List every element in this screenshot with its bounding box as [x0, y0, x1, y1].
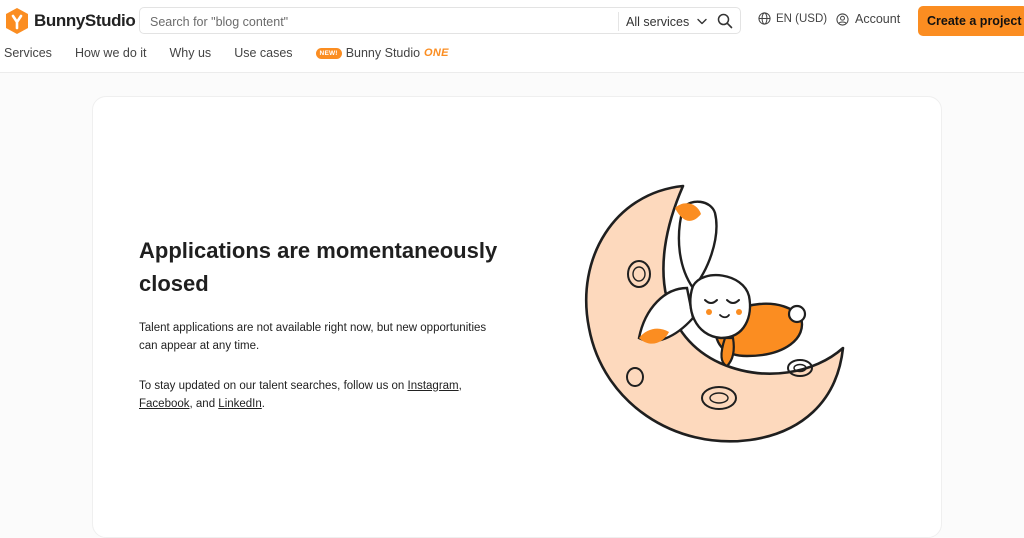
account-link[interactable]: Account — [836, 12, 900, 26]
search-icon[interactable] — [716, 12, 734, 30]
top-bar: BunnyStudio All services EN (USD) Ac — [0, 0, 1024, 73]
create-project-button[interactable]: Create a project — [918, 6, 1024, 36]
globe-icon — [758, 12, 771, 25]
instagram-link[interactable]: Instagram — [408, 380, 459, 392]
search-input[interactable] — [148, 11, 612, 33]
nav-item-how-we-do-it[interactable]: How we do it — [75, 46, 147, 60]
language-selector[interactable]: EN (USD) — [758, 12, 827, 25]
bunny-logo-icon — [6, 8, 28, 34]
services-select[interactable]: All services — [626, 13, 707, 30]
nav-item-use-cases[interactable]: Use cases — [234, 46, 292, 60]
nav-item-services[interactable]: Services — [4, 46, 52, 60]
sleeping-bunny-moon-illustration — [584, 184, 845, 443]
nav-one-label: Bunny Studio — [345, 46, 421, 60]
follow-comma: , — [458, 380, 462, 392]
follow-and: , and — [189, 398, 219, 410]
facebook-link[interactable]: Facebook — [139, 398, 190, 410]
logo[interactable]: BunnyStudio — [4, 7, 136, 35]
new-badge: NEW! — [315, 47, 342, 59]
unavailable-message: Talent applications are not available ri… — [139, 322, 487, 352]
follow-message: To stay updated on our talent searches, … — [139, 377, 499, 413]
nav-one-suffix: ONE — [424, 47, 449, 59]
main-nav: Services How we do it Why us Use cases N… — [4, 46, 449, 60]
services-select-label: All services — [626, 14, 690, 29]
nav-item-why-us[interactable]: Why us — [170, 46, 212, 60]
nav-item-bunny-studio-one[interactable]: NEW! Bunny Studio ONE — [315, 46, 449, 60]
account-icon — [836, 12, 849, 26]
search-divider — [618, 12, 619, 31]
follow-prefix: To stay updated on our talent searches, … — [139, 380, 408, 392]
language-label: EN (USD) — [776, 12, 828, 25]
logo-text: BunnyStudio — [34, 11, 136, 30]
linkedin-link[interactable]: LinkedIn — [218, 398, 261, 410]
search-bar: All services — [139, 7, 741, 34]
page-title: Applications are momentaneously closed — [139, 238, 498, 296]
account-label: Account — [855, 12, 901, 26]
follow-period: . — [261, 398, 265, 410]
chevron-down-icon — [697, 18, 707, 25]
